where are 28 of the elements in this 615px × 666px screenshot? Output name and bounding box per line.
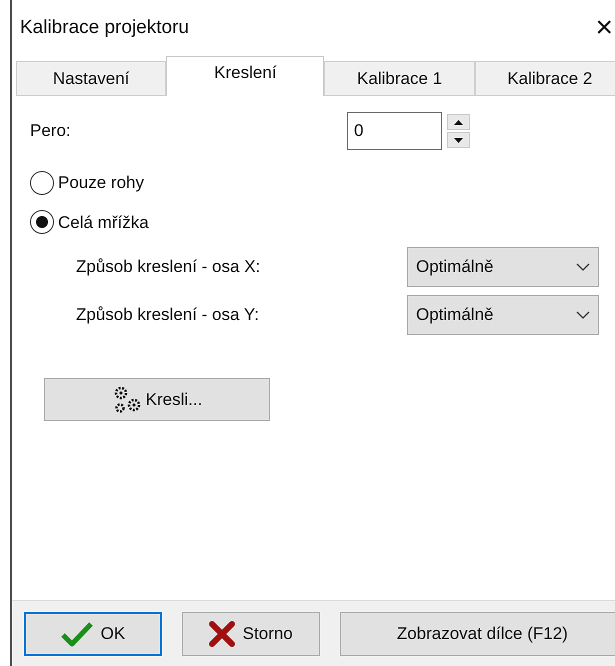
spin-up-button[interactable] <box>447 114 470 130</box>
ok-button[interactable]: OK <box>24 612 162 656</box>
radio-label: Pouze rohy <box>58 172 144 194</box>
window-title: Kalibrace projektoru <box>20 16 189 40</box>
spin-down-button[interactable] <box>447 132 470 148</box>
radio-label: Celá mřížka <box>58 212 149 234</box>
radio-button[interactable] <box>30 210 54 234</box>
field-label: Způsob kreslení - osa Y: <box>76 304 260 326</box>
check-icon <box>60 620 93 646</box>
field-label: Způsob kreslení - osa X: <box>76 256 260 278</box>
draw-button[interactable]: Kresli... <box>44 378 270 421</box>
field-label: Pero: <box>30 120 71 142</box>
dropdown[interactable]: Optimálně <box>407 247 599 287</box>
down-arrow-icon <box>454 138 463 142</box>
cancel-button[interactable]: Storno <box>182 612 320 656</box>
tab[interactable]: Nastavení <box>16 61 166 96</box>
radio-button[interactable] <box>30 170 54 195</box>
dropdown[interactable]: Optimálně <box>407 295 599 335</box>
tab[interactable]: Kalibrace 2 <box>474 61 615 96</box>
chevron-icon <box>576 263 590 271</box>
tab[interactable]: Kalibrace 1 <box>324 61 475 96</box>
chevron-icon <box>576 311 590 319</box>
close-button[interactable]: × <box>587 13 615 43</box>
cross-icon <box>208 620 235 646</box>
pen-field[interactable]: 0 <box>347 112 442 150</box>
show-parts-button[interactable]: Zobrazovat dílce (F12) <box>340 612 615 656</box>
tab[interactable]: Kreslení <box>166 56 324 96</box>
up-arrow-icon <box>454 120 463 124</box>
